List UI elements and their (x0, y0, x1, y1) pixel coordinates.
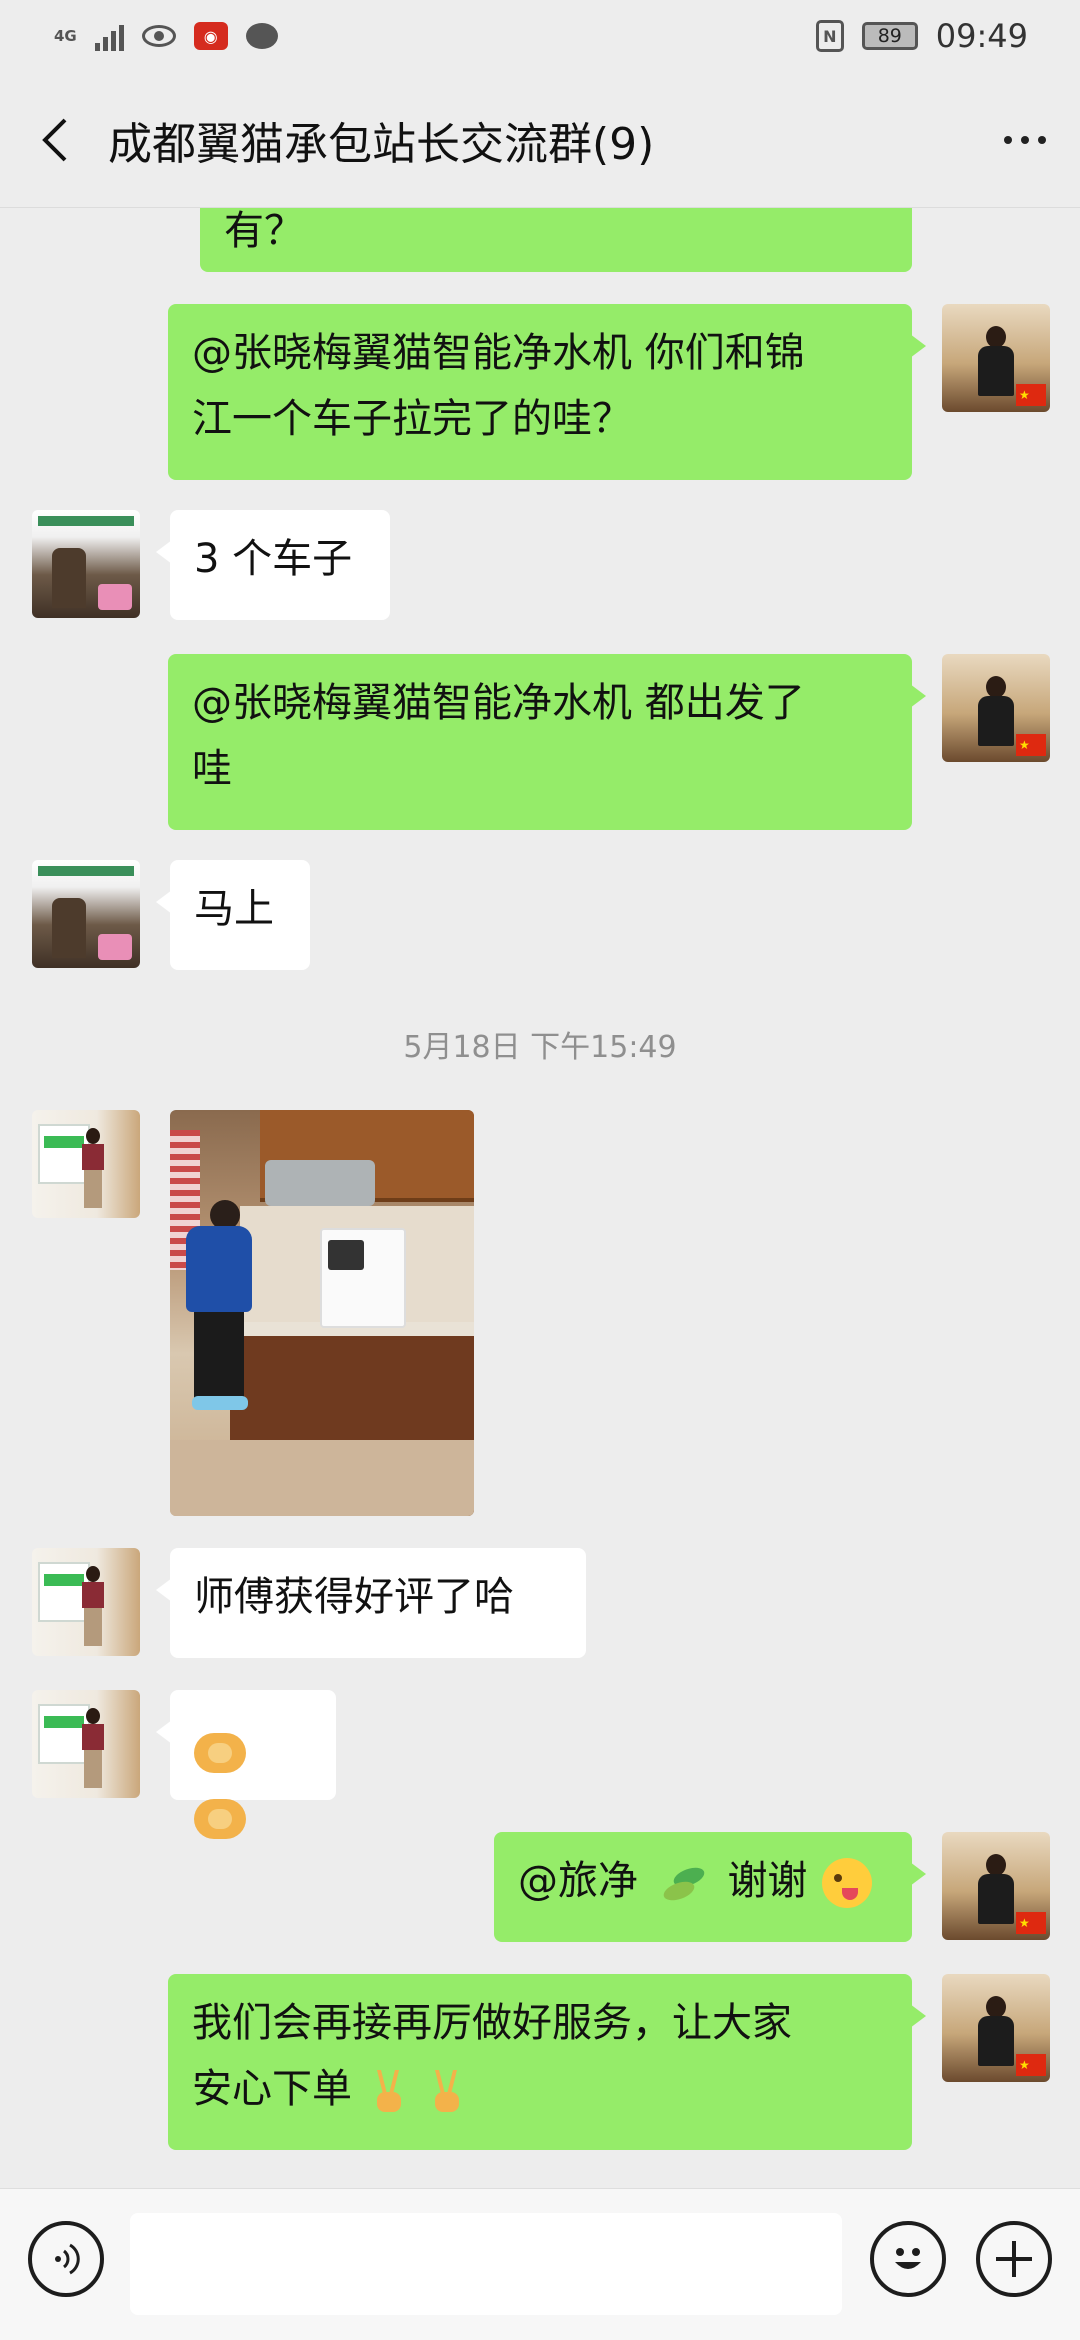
back-button[interactable] (0, 72, 108, 208)
avatar-member[interactable] (32, 510, 140, 618)
smile-icon (895, 2248, 921, 2269)
input-bar (0, 2188, 1080, 2340)
avatar-self[interactable]: ★ (942, 304, 1050, 412)
status-left: 4G ◉ (54, 21, 278, 51)
message-text: 3 个车子 (194, 536, 353, 582)
more-dot (1004, 135, 1012, 144)
message-text: @旅净 (518, 1858, 638, 1904)
status-bar: 4G ◉ N 89 09:49 (0, 0, 1080, 72)
signal-icon (94, 21, 124, 51)
message-text: @张晓梅翼猫智能净水机 都出发了 (192, 680, 805, 726)
message-bubble-sent[interactable]: 我们会再接再厉做好服务，让大家 安心下单 (168, 1974, 926, 2150)
battery-icon: 89 (861, 22, 918, 50)
handshake-icon (194, 1799, 246, 1839)
victory-hand-icon (376, 2070, 401, 2112)
message-bubble-received[interactable] (156, 1690, 336, 1839)
avatar-member[interactable] (32, 1690, 140, 1798)
message-bubble-sent[interactable]: @张晓梅翼猫智能净水机 都出发了 哇 (168, 654, 926, 830)
chat-area[interactable]: 有？ @张晓梅翼猫智能净水机 你们和锦 江一个车子拉完了的哇？ ★ 3 个车子 … (0, 208, 1080, 2188)
more-button[interactable] (970, 72, 1080, 208)
message-text: 江一个车子拉完了的哇？ (192, 396, 632, 442)
battery-level: 89 (877, 25, 902, 47)
message-bubble-received[interactable]: 马上 (156, 860, 310, 970)
chevron-left-icon (42, 118, 67, 161)
avatar-member[interactable] (32, 1110, 140, 1218)
message-bubble-sent[interactable]: @旅净 谢谢 (494, 1832, 926, 1942)
message-icon (245, 23, 278, 49)
message-text: 安心下单 (192, 2066, 352, 2112)
message-text: 师傅获得好评了哈 (194, 1574, 514, 1620)
message-bubble-sent[interactable]: 有？ (200, 208, 912, 272)
message-bubble-received[interactable]: 师傅获得好评了哈 (156, 1548, 586, 1658)
voice-icon (55, 2243, 80, 2275)
message-bubble-received[interactable]: 3 个车子 (156, 510, 390, 620)
plus-icon (996, 2241, 1032, 2277)
message-image[interactable] (170, 1110, 474, 1516)
avatar-self[interactable]: ★ (942, 654, 1050, 762)
more-dot (1038, 135, 1046, 144)
nav-bar: 成都翼猫承包站长交流群(9) (0, 72, 1080, 208)
message-text: 哇 (192, 746, 232, 792)
avatar-self[interactable]: ★ (942, 1974, 1050, 2082)
network-label: 4G (54, 26, 77, 45)
emoji-button[interactable] (870, 2221, 946, 2297)
avatar-member[interactable] (32, 1548, 140, 1656)
leaf-icon (663, 1867, 705, 1901)
plus-button[interactable] (976, 2221, 1052, 2297)
message-text: 谢谢 (727, 1858, 808, 1904)
eye-icon (141, 25, 176, 47)
winking-face-icon (822, 1858, 873, 1908)
voice-button[interactable] (28, 2221, 104, 2297)
nfc-icon: N (815, 20, 844, 52)
avatar-member[interactable] (32, 860, 140, 968)
status-right: N 89 09:49 (815, 17, 1028, 55)
message-text: 我们会再接再厉做好服务，让大家 (192, 2000, 792, 2046)
message-text: 有？ (224, 208, 304, 254)
chat-title: 成都翼猫承包站长交流群(9) (108, 118, 655, 170)
handshake-icon (194, 1733, 246, 1773)
message-input[interactable] (130, 2213, 842, 2315)
message-bubble-sent[interactable]: @张晓梅翼猫智能净水机 你们和锦 江一个车子拉完了的哇？ (168, 304, 926, 480)
clock: 09:49 (935, 17, 1028, 55)
avatar-self[interactable]: ★ (942, 1832, 1050, 1940)
more-dot (1021, 135, 1029, 144)
message-text: @张晓梅翼猫智能净水机 你们和锦 (192, 330, 805, 376)
timestamp: 5月18日 下午15:49 (403, 1030, 677, 1065)
victory-hand-icon (435, 2070, 460, 2112)
weibo-icon: ◉ (193, 22, 228, 50)
message-text: 马上 (194, 886, 274, 932)
